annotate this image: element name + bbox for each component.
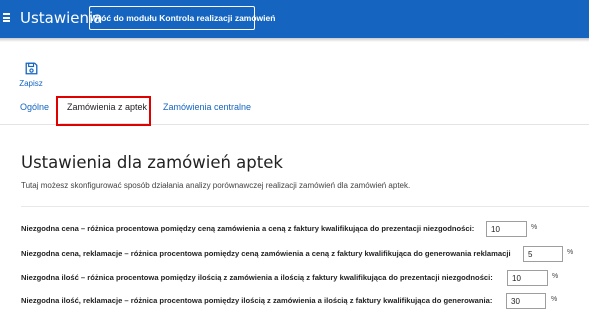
- percent-unit: %: [552, 273, 559, 280]
- quantity-mismatch-input[interactable]: [507, 270, 548, 286]
- section-title: Ustawienia dla zamówień aptek: [21, 153, 283, 172]
- setting-label: Niezgodna ilość, reklamacje – różnica pr…: [21, 296, 493, 305]
- percent-unit: %: [567, 249, 574, 256]
- setting-label: Niezgodna cena, reklamacje – różnica pro…: [21, 249, 511, 258]
- top-app-bar: Ustawienia Wróć do modułu Kontrola reali…: [0, 0, 589, 38]
- hamburger-icon[interactable]: [3, 13, 10, 22]
- tab-highlight-box: [56, 96, 151, 126]
- percent-unit: %: [531, 224, 538, 231]
- setting-label: Niezgodna cena – różnica procentowa pomi…: [21, 224, 475, 233]
- price-mismatch-input[interactable]: [486, 221, 527, 237]
- percent-unit: %: [551, 296, 558, 303]
- section-description: Tutaj możesz skonfigurować sposób działa…: [21, 181, 411, 190]
- save-button[interactable]: Zapisz: [14, 58, 48, 92]
- tab-general[interactable]: Ogólne: [20, 102, 49, 112]
- topbar-shadow: [0, 38, 589, 42]
- quantity-complaint-input[interactable]: [506, 293, 546, 309]
- floppy-disk-icon: [25, 62, 38, 75]
- back-to-module-button[interactable]: Wróć do modułu Kontrola realizacji zamów…: [89, 6, 275, 30]
- save-label: Zapisz: [19, 79, 43, 88]
- price-complaint-input[interactable]: [523, 246, 563, 262]
- tab-central-orders[interactable]: Zamówienia centralne: [163, 102, 251, 112]
- section-divider: [21, 206, 589, 207]
- setting-label: Niezgodna ilość – różnica procentowa pom…: [21, 273, 493, 282]
